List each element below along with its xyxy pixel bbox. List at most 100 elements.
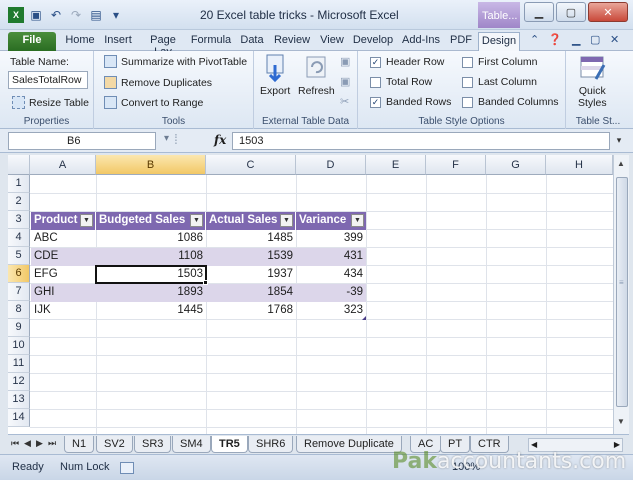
tab-home[interactable]: Home xyxy=(62,32,98,51)
table-resize-handle-icon[interactable] xyxy=(362,316,366,320)
row-header-14[interactable]: 14 xyxy=(8,409,30,427)
total-row-checkbox[interactable]: Total Row xyxy=(370,76,432,88)
workbook-minimize-icon[interactable]: ▁ xyxy=(572,33,580,46)
header-row-checkbox[interactable]: ✓ Header Row xyxy=(370,56,444,68)
prev-sheet-icon[interactable]: ◀ xyxy=(24,438,31,449)
filter-dropdown-icon[interactable]: ▼ xyxy=(280,214,293,227)
filter-dropdown-icon[interactable]: ▼ xyxy=(351,214,364,227)
cell-b4[interactable]: 1086 xyxy=(96,230,206,248)
namebox-dropdown-icon[interactable]: ▾ xyxy=(164,133,169,144)
filter-dropdown-icon[interactable]: ▼ xyxy=(80,214,93,227)
cell-a8[interactable]: IJK xyxy=(31,302,96,320)
properties-icon[interactable]: ▣ xyxy=(340,55,350,68)
cell-c4[interactable]: 1485 xyxy=(206,230,296,248)
open-in-browser-icon[interactable]: ▣ xyxy=(340,75,350,88)
minimize-button[interactable]: ▁ xyxy=(524,2,554,22)
cell-d8[interactable]: 323 xyxy=(296,302,366,320)
table-header-budgeted-sales[interactable]: Budgeted Sales ▼ xyxy=(96,212,206,230)
row-header-12[interactable]: 12 xyxy=(8,373,30,391)
column-header-d[interactable]: D xyxy=(296,155,366,175)
tab-formulas[interactable]: Formula xyxy=(189,32,233,51)
first-sheet-icon[interactable]: ⏮ xyxy=(11,438,19,449)
workbook-restore-icon[interactable]: ▢ xyxy=(590,33,600,46)
next-sheet-icon[interactable]: ▶ xyxy=(36,438,43,449)
workbook-close-icon[interactable]: ✕ xyxy=(610,33,619,46)
export-button[interactable]: Export xyxy=(260,53,290,97)
table-header-variance[interactable]: Variance ▼ xyxy=(296,212,366,230)
last-sheet-icon[interactable]: ⏭ xyxy=(48,438,56,449)
banded-columns-checkbox[interactable]: Banded Columns xyxy=(462,96,559,108)
formula-input[interactable]: 1503 xyxy=(232,132,610,150)
table-header-actual-sales[interactable]: Actual Sales ▼ xyxy=(206,212,296,230)
sheet-tab-n1[interactable]: N1 xyxy=(64,436,95,453)
table-header-product[interactable]: Product ▼ xyxy=(31,212,96,230)
summarize-pivottable-button[interactable]: Summarize with PivotTable xyxy=(104,55,247,68)
column-header-f[interactable]: F xyxy=(426,155,486,175)
row-header-4[interactable]: 4 xyxy=(8,229,30,247)
column-header-g[interactable]: G xyxy=(486,155,546,175)
cell-b5[interactable]: 1108 xyxy=(96,248,206,266)
convert-to-range-button[interactable]: Convert to Range xyxy=(104,96,203,109)
row-header-3[interactable]: 3 xyxy=(8,211,30,229)
cell-c7[interactable]: 1854 xyxy=(206,284,296,302)
scroll-right-icon[interactable]: ▶ xyxy=(614,440,620,449)
column-header-h[interactable]: H xyxy=(546,155,613,175)
cell-d4[interactable]: 399 xyxy=(296,230,366,248)
sheet-tab-sr3[interactable]: SR3 xyxy=(134,436,172,453)
sheet-tab-sm4[interactable]: SM4 xyxy=(172,436,211,453)
name-box[interactable]: B6 xyxy=(8,132,156,150)
tab-page-layout[interactable]: Page Lay xyxy=(140,32,186,58)
macro-recording-icon[interactable] xyxy=(120,462,134,474)
row-header-11[interactable]: 11 xyxy=(8,355,30,373)
row-header-9[interactable]: 9 xyxy=(8,319,30,337)
cell-c8[interactable]: 1768 xyxy=(206,302,296,320)
tab-insert[interactable]: Insert xyxy=(100,32,136,51)
tab-pdf[interactable]: PDF xyxy=(446,32,476,51)
first-column-checkbox[interactable]: First Column xyxy=(462,56,538,68)
tab-file[interactable]: File xyxy=(8,32,56,51)
tab-data[interactable]: Data xyxy=(236,32,268,51)
tab-design[interactable]: Design xyxy=(478,32,520,51)
worksheet-grid[interactable]: A B C D E F G H 1 2 3 4 5 6 7 8 9 10 11 … xyxy=(8,155,613,434)
vertical-scrollbar[interactable]: ▲ ≡ ▼ xyxy=(613,155,629,434)
save-icon[interactable]: ▣ xyxy=(28,7,44,23)
cell-d6[interactable]: 434 xyxy=(296,266,366,284)
row-header-1[interactable]: 1 xyxy=(8,175,30,193)
row-header-8[interactable]: 8 xyxy=(8,301,30,319)
cell-b8[interactable]: 1445 xyxy=(96,302,206,320)
insert-function-button[interactable]: fx xyxy=(214,133,226,147)
expand-formula-bar-icon[interactable]: ▾ xyxy=(612,132,626,150)
tab-add-ins[interactable]: Add-Ins xyxy=(399,32,443,51)
column-header-e[interactable]: E xyxy=(366,155,426,175)
row-header-10[interactable]: 10 xyxy=(8,337,30,355)
row-header-5[interactable]: 5 xyxy=(8,247,30,265)
sheet-tab-sv2[interactable]: SV2 xyxy=(96,436,133,453)
row-header-6[interactable]: 6 xyxy=(8,265,30,283)
vertical-scroll-thumb[interactable]: ≡ xyxy=(616,177,628,407)
close-button[interactable]: ✕ xyxy=(588,2,628,22)
sheet-tab-shr6[interactable]: SHR6 xyxy=(248,436,294,453)
unlink-icon[interactable]: ✂ xyxy=(340,95,349,108)
filter-dropdown-icon[interactable]: ▼ xyxy=(190,214,203,227)
redo-icon[interactable]: ↷ xyxy=(68,7,84,23)
remove-duplicates-button[interactable]: Remove Duplicates xyxy=(104,76,212,89)
last-column-checkbox[interactable]: Last Column xyxy=(462,76,537,88)
undo-icon[interactable]: ↶ xyxy=(48,7,64,23)
maximize-button[interactable]: ▢ xyxy=(556,2,586,22)
customize-qat-icon[interactable]: ▾ xyxy=(108,7,124,23)
quick-styles-button[interactable]: Quick Styles xyxy=(578,53,607,109)
fill-handle[interactable] xyxy=(203,280,208,285)
table-name-input[interactable]: SalesTotalRow xyxy=(8,71,88,89)
form-icon[interactable]: ▤ xyxy=(88,7,104,23)
sheet-tab-remove-duplicate[interactable]: Remove Duplicate xyxy=(296,436,402,453)
row-header-7[interactable]: 7 xyxy=(8,283,30,301)
column-header-b[interactable]: B xyxy=(96,155,206,175)
column-header-c[interactable]: C xyxy=(206,155,296,175)
cell-a6[interactable]: EFG xyxy=(31,266,96,284)
row-header-13[interactable]: 13 xyxy=(8,391,30,409)
sheet-tab-tr5[interactable]: TR5 xyxy=(211,436,248,453)
refresh-button[interactable]: Refresh xyxy=(298,53,335,97)
tab-review[interactable]: Review xyxy=(271,32,313,51)
cell-b7[interactable]: 1893 xyxy=(96,284,206,302)
tab-developer[interactable]: Develop xyxy=(350,32,396,51)
